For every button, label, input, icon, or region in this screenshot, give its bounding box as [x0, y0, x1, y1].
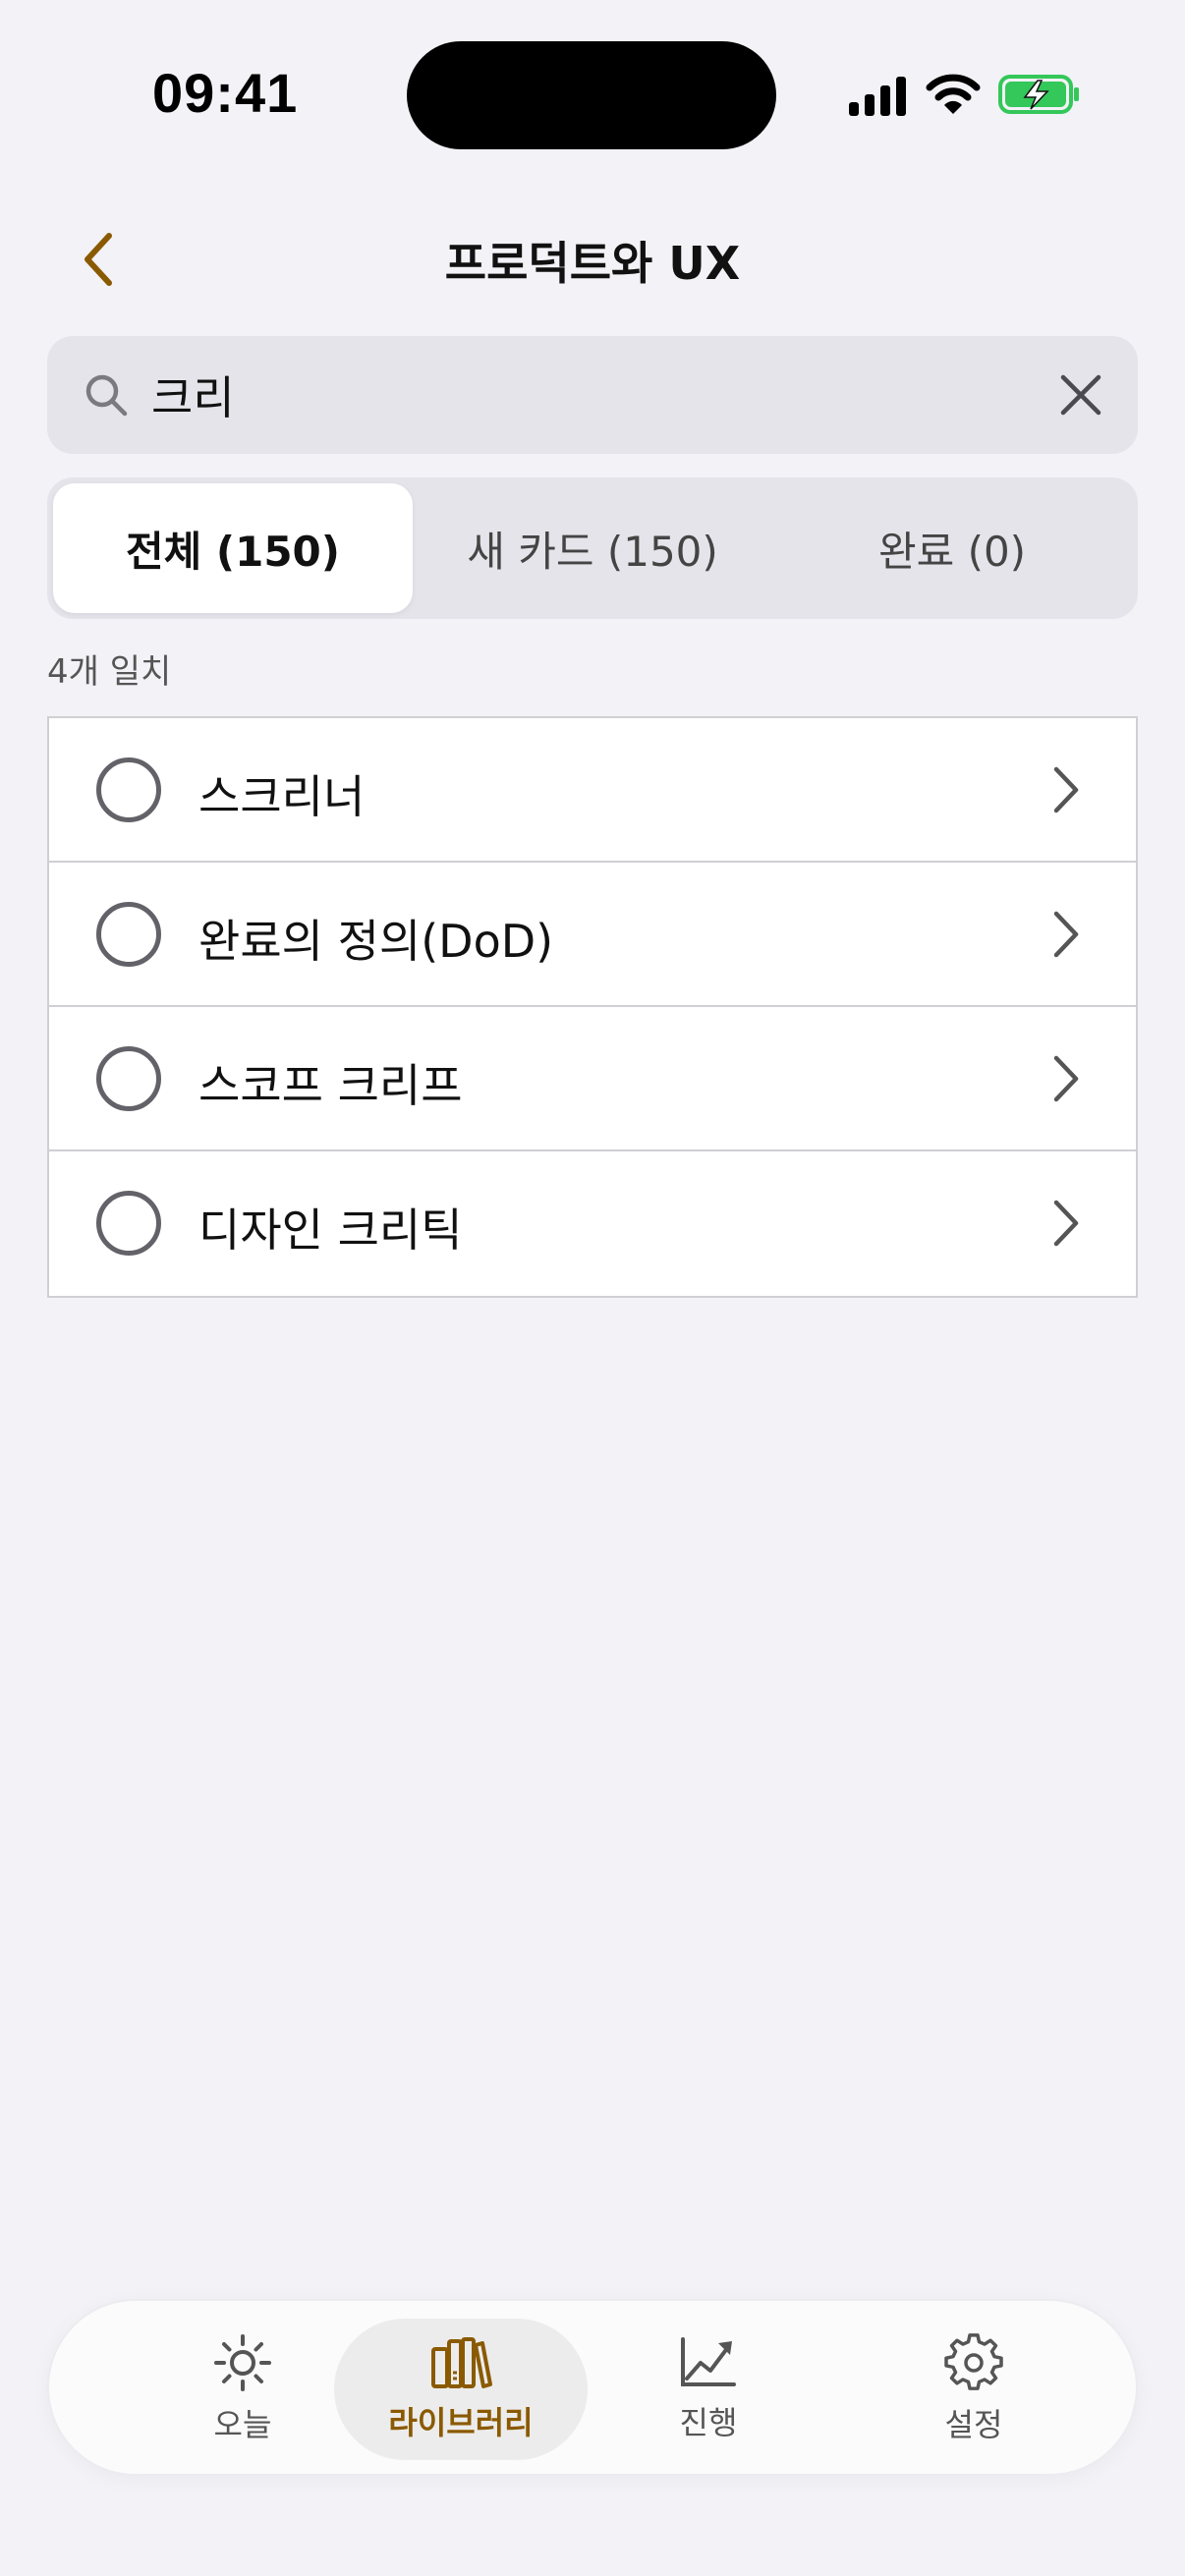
status-circle-icon [96, 902, 161, 967]
chevron-right-icon [1053, 1200, 1079, 1247]
sun-icon [214, 2334, 271, 2391]
tab-today[interactable]: 오늘 [116, 2319, 369, 2460]
list-item[interactable]: 완료의 정의(DoD) [49, 863, 1136, 1007]
list-item-label: 스크리너 [198, 770, 366, 823]
tab-settings[interactable]: 설정 [847, 2319, 1100, 2460]
screen: 09:41 프로덕트와 UX 크리 전체 (150) 새 카드 (150) 완료… [0, 0, 1185, 2576]
chart-icon [681, 2337, 736, 2386]
books-icon [431, 2337, 492, 2388]
clear-search-button[interactable] [1049, 364, 1112, 426]
search-bar [47, 336, 1138, 454]
tab-label: 설정 [944, 2406, 1003, 2443]
status-bar: 09:41 [0, 0, 1185, 187]
chevron-right-icon [1053, 911, 1079, 958]
gear-icon [944, 2333, 1003, 2390]
search-input[interactable] [151, 356, 1036, 434]
status-circle-icon [96, 757, 161, 822]
tab-library[interactable]: 라이브러리 [334, 2319, 588, 2460]
tab-progress[interactable]: 진행 [582, 2319, 835, 2460]
result-list: 스크리너 완료의 정의(DoD) 스코프 크리프 디자인 크리틱 [47, 716, 1138, 1298]
tab-label: 진행 [679, 2404, 738, 2441]
dynamic-island [407, 41, 776, 149]
segment-completed[interactable]: 완료 (0) [772, 483, 1132, 613]
search-icon [85, 374, 128, 417]
status-time: 09:41 [152, 62, 299, 124]
list-item-label: 스코프 크리프 [198, 1059, 463, 1112]
battery-charging-icon [998, 75, 1079, 114]
tab-label: 오늘 [213, 2406, 272, 2443]
chevron-right-icon [1053, 766, 1079, 813]
page-title: 프로덕트와 UX [444, 237, 741, 290]
list-item[interactable]: 디자인 크리틱 [49, 1151, 1136, 1296]
status-circle-icon [96, 1191, 161, 1256]
filter-segmented-control: 전체 (150) 새 카드 (150) 완료 (0) [47, 477, 1138, 619]
wifi-icon [926, 74, 981, 114]
chevron-right-icon [1053, 1055, 1079, 1102]
cellular-signal-icon [849, 77, 906, 116]
match-count: 4개 일치 [47, 652, 172, 692]
list-item-label: 디자인 크리틱 [198, 1204, 463, 1257]
status-circle-icon [96, 1046, 161, 1111]
segment-new-cards[interactable]: 새 카드 (150) [413, 483, 772, 613]
tab-bar: 오늘 라이브러리 진행 설정 [47, 2299, 1138, 2476]
segment-all[interactable]: 전체 (150) [53, 483, 413, 613]
list-item-label: 완료의 정의(DoD) [198, 915, 554, 968]
tab-label: 라이브러리 [388, 2404, 534, 2441]
list-item[interactable]: 스크리너 [49, 718, 1136, 863]
list-item[interactable]: 스코프 크리프 [49, 1007, 1136, 1151]
close-icon [1060, 374, 1101, 416]
